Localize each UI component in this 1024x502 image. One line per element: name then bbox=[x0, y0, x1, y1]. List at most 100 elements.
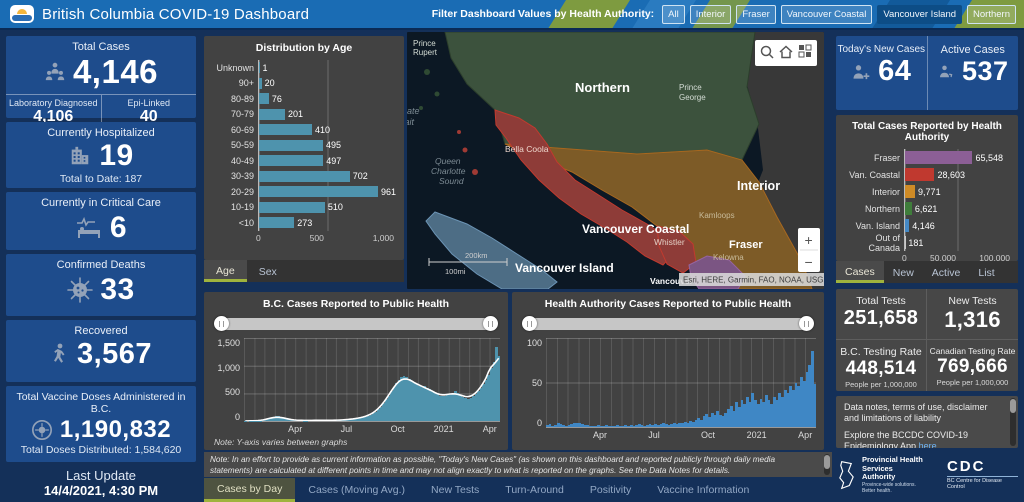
bar-track: 28,603 bbox=[904, 166, 1010, 183]
hospital-icon bbox=[72, 146, 89, 165]
map-label-prince-rupert-1: Prince bbox=[413, 39, 436, 48]
age-xtick-0: 0 bbox=[256, 232, 261, 243]
map-attribution: Esri, HERE, Garmin, FAO, NOAA, USGS, EPA… bbox=[683, 276, 824, 285]
bar-track: 201 bbox=[258, 106, 396, 122]
filter-all-button[interactable]: All bbox=[662, 4, 685, 24]
age-distribution-panel: Distribution by Age Unknown 1 90+ 20 80-89 76… bbox=[204, 36, 404, 260]
bar-row: <10 273 bbox=[210, 215, 396, 231]
bar bbox=[259, 139, 323, 151]
bar-row: Van. Island 4,146 bbox=[842, 217, 1010, 234]
tab-active[interactable]: Active bbox=[923, 261, 970, 283]
x-tick-label: Oct bbox=[390, 424, 405, 434]
filter-interior-button[interactable]: Interior bbox=[689, 4, 732, 24]
epi-app-text: Explore the BCCDC COVID-19 Epidemiology … bbox=[844, 430, 969, 448]
filter-vancouver-coastal-button[interactable]: Vancouver Coastal bbox=[780, 4, 873, 24]
tab-list[interactable]: List bbox=[969, 261, 1003, 283]
bar-track: 181 bbox=[904, 234, 1010, 251]
new-cases-card: Today's New Cases 64 bbox=[836, 36, 927, 110]
walking-person-icon bbox=[53, 343, 65, 363]
bar-track: 702 bbox=[258, 168, 396, 184]
new-tests-stat: New Tests 1,316 bbox=[927, 289, 1018, 340]
x-tick-label: Apr bbox=[592, 430, 608, 440]
last-update-label: Last Update bbox=[65, 468, 137, 483]
bar-value-label: 201 bbox=[287, 109, 303, 120]
bar-track: 9,771 bbox=[904, 183, 1010, 200]
deaths-title: Confirmed Deaths bbox=[56, 259, 146, 271]
ha-cases-range-slider[interactable] bbox=[522, 316, 814, 331]
bar-category-label: Van. Coastal bbox=[849, 169, 900, 180]
tab-cases-by-day[interactable]: Cases by Day bbox=[204, 478, 296, 502]
tab-new[interactable]: New bbox=[884, 261, 923, 283]
health-authority-map[interactable]: Prince Rupert Hecate Strait Northern Pri… bbox=[407, 32, 824, 289]
bar-track: 1 bbox=[258, 60, 396, 76]
bar-row: Unknown 1 bbox=[210, 60, 396, 76]
x-tick-label: Jul bbox=[340, 424, 353, 434]
total-cases-card: Total Cases 4,146 Laboratory Diagnosed 4… bbox=[6, 36, 196, 130]
map-zoom-in-button[interactable]: + bbox=[805, 232, 813, 248]
deaths-card: Confirmed Deaths 33 bbox=[6, 254, 196, 316]
phsa-logo: Provincial Health Services Authority Pro… bbox=[836, 455, 925, 494]
slider-handle-left[interactable] bbox=[214, 316, 229, 331]
deaths-value: 33 bbox=[100, 273, 135, 306]
filter-vancouver-island-button[interactable]: Vancouver Island bbox=[877, 4, 963, 24]
ca-testing-rate-stat: Canadian Testing Rate 769,666 People per… bbox=[927, 340, 1018, 391]
map-label-qc-2: Charlotte bbox=[431, 166, 466, 176]
ha-cases-chart-panel: Health Authority Cases Reported to Publi… bbox=[512, 292, 824, 450]
slider-handle-right[interactable] bbox=[799, 316, 814, 331]
slider-handle-left[interactable] bbox=[522, 316, 537, 331]
bar-category-label: 70-79 bbox=[230, 109, 254, 120]
bar-track: 65,548 bbox=[904, 149, 1010, 166]
tab-new-tests[interactable]: New Tests bbox=[418, 478, 492, 502]
tab-sex[interactable]: Sex bbox=[247, 260, 289, 282]
bc-cases-y-axis: 1,500 1,000 500 0 bbox=[208, 338, 244, 422]
map-zoom-out-button[interactable]: − bbox=[805, 254, 813, 270]
bottom-tabstrip: Cases by Day Cases (Moving Avg.) New Tes… bbox=[204, 478, 832, 502]
tab-cases[interactable]: Cases bbox=[836, 261, 884, 283]
notes-scrollbar[interactable] bbox=[1010, 398, 1016, 446]
ha-cases-y-axis: 100 50 0 bbox=[516, 338, 546, 428]
total-tests-label: Total Tests bbox=[856, 295, 906, 307]
bccdc-logo: CDC BC Centre for Disease Control bbox=[946, 459, 1018, 490]
bc-cases-range-slider[interactable] bbox=[214, 316, 498, 331]
age-chart-x-axis: 0 500 1,000 bbox=[256, 233, 394, 243]
bar-row: 20-29 961 bbox=[210, 184, 396, 200]
map-label-whistler: Whistler bbox=[654, 237, 685, 247]
bar-value-label: 702 bbox=[352, 171, 368, 182]
bar-track: 961 bbox=[258, 184, 396, 200]
tab-turn-around[interactable]: Turn-Around bbox=[492, 478, 577, 502]
bar bbox=[259, 93, 269, 105]
bc-cases-plot bbox=[244, 338, 501, 422]
note-scrollbar[interactable] bbox=[824, 454, 830, 475]
bc-cases-chart-panel: B.C. Cases Reported to Public Health 1,5… bbox=[204, 292, 508, 450]
tab-vaccine-information[interactable]: Vaccine Information bbox=[644, 478, 762, 502]
tab-cases-moving-avg[interactable]: Cases (Moving Avg.) bbox=[295, 478, 418, 502]
person-plus-icon bbox=[853, 64, 870, 79]
epi-app-link[interactable]: here bbox=[919, 441, 937, 448]
map-zoom-control: + − bbox=[798, 228, 820, 272]
bar bbox=[259, 201, 325, 213]
bar bbox=[259, 124, 312, 136]
scrollbar-thumb[interactable] bbox=[824, 455, 830, 469]
x-tick-label: Apr bbox=[798, 430, 813, 440]
critical-care-title: Currently in Critical Care bbox=[41, 197, 161, 209]
bar-track: 495 bbox=[258, 137, 396, 153]
hospitalized-title: Currently Hospitalized bbox=[47, 127, 155, 139]
page-title: British Columbia COVID-19 Dashboard bbox=[42, 5, 310, 23]
filter-northern-button[interactable]: Northern bbox=[967, 4, 1016, 24]
bar-value-label: 497 bbox=[326, 155, 342, 166]
bar-category-label: Interior bbox=[871, 186, 900, 197]
slider-handle-right[interactable] bbox=[483, 316, 498, 331]
tab-age[interactable]: Age bbox=[204, 260, 247, 282]
tab-positivity[interactable]: Positivity bbox=[577, 478, 644, 502]
bar-track: 20 bbox=[258, 75, 396, 91]
epi-app-line: Explore the BCCDC COVID-19 Epidemiology … bbox=[844, 430, 1004, 448]
bar-value-label: 1 bbox=[262, 62, 268, 73]
ts-bar bbox=[813, 384, 817, 427]
filter-fraser-button[interactable]: Fraser bbox=[736, 4, 776, 24]
ca-rate-value: 769,666 bbox=[937, 356, 1008, 377]
vaccine-card: Total Vaccine Doses Administered in B.C.… bbox=[6, 386, 196, 462]
map-label-kamloops: Kamloops bbox=[699, 211, 735, 220]
map-label-vancouver-coastal: Vancouver Coastal bbox=[582, 222, 689, 236]
yaxis-note: Note: Y-axis varies between graphs bbox=[214, 437, 348, 447]
scrollbar-thumb[interactable] bbox=[1010, 399, 1016, 413]
